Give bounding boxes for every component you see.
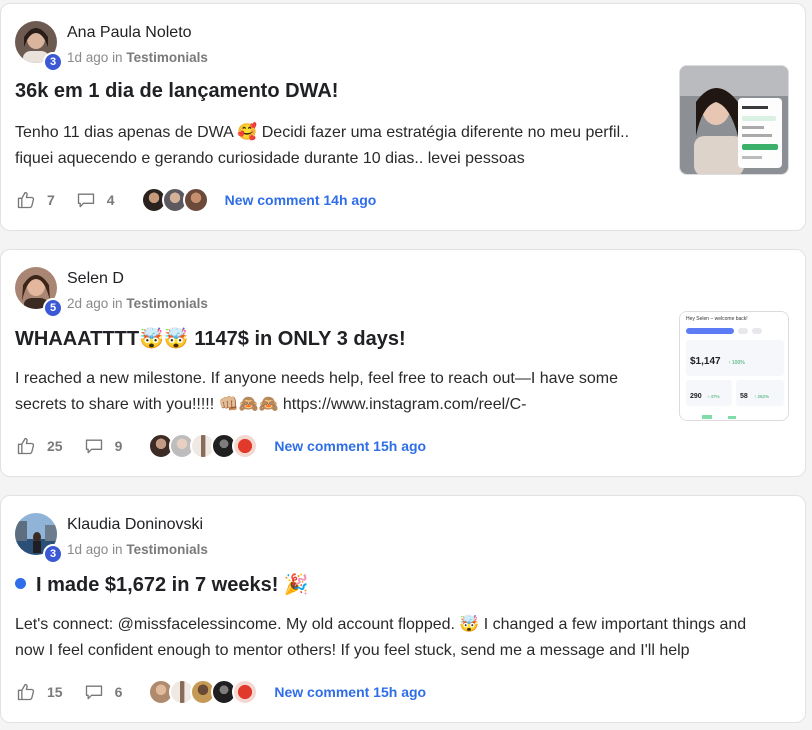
speech-bubble-icon[interactable] xyxy=(83,435,105,457)
post-body: I reached a new milestone. If anyone nee… xyxy=(15,370,619,413)
post-title-row[interactable]: I made $1,672 in 7 weeks! 🎉 xyxy=(15,572,309,597)
post-actions: 15 6 New comment 15h ago xyxy=(15,679,426,705)
post-actions: 7 4 New comment 14h ago xyxy=(15,187,377,213)
level-badge: 3 xyxy=(43,544,63,564)
commenter-avatar xyxy=(232,433,259,459)
thumb-metric-a-delta: ↑ 47% xyxy=(707,394,720,399)
thumb-metric-a: 290 xyxy=(690,393,702,400)
post-title[interactable]: I made $1,672 in 7 weeks! 🎉 xyxy=(36,574,309,596)
thumbs-up-icon[interactable] xyxy=(15,681,37,703)
category-link[interactable]: Testimonials xyxy=(126,296,208,311)
author-name[interactable]: Ana Paula Noleto xyxy=(67,24,192,42)
post-title[interactable]: WHAAATTTT🤯🤯 1147$ in ONLY 3 days! xyxy=(15,326,406,351)
post-time: 1d ago xyxy=(67,542,109,557)
in-word: in xyxy=(112,542,123,557)
like-count: 15 xyxy=(47,684,63,700)
level-badge: 5 xyxy=(43,298,63,318)
commenter-avatars[interactable] xyxy=(148,433,259,459)
thumb-greeting: Hey Selen – welcome back! xyxy=(686,316,748,322)
in-word: in xyxy=(112,296,123,311)
commenter-avatar xyxy=(232,679,259,705)
comment-count: 6 xyxy=(114,684,123,700)
post-title[interactable]: 36k em 1 dia de lançamento DWA! xyxy=(15,80,338,103)
thumb-delta: ↑ 100% xyxy=(728,360,745,366)
author-name[interactable]: Selen D xyxy=(67,270,124,288)
speech-bubble-icon[interactable] xyxy=(75,189,97,211)
thumbs-up-icon[interactable] xyxy=(15,189,37,211)
author-name[interactable]: Klaudia Doninovski xyxy=(67,516,203,534)
post-meta: 2d ago in Testimonials xyxy=(67,296,208,311)
thumb-metric-b-delta: ↑ 262% xyxy=(754,394,769,399)
post-card[interactable]: 5 Selen D 2d ago in Testimonials WHAAATT… xyxy=(0,249,806,477)
post-meta: 1d ago in Testimonials xyxy=(67,542,208,557)
post-card[interactable]: 3 Klaudia Doninovski 1d ago in Testimoni… xyxy=(0,495,806,723)
thumb-metric-b: 58 xyxy=(740,393,748,400)
level-badge: 3 xyxy=(43,52,63,72)
post-card[interactable]: 3 Ana Paula Noleto 1d ago in Testimonial… xyxy=(0,3,806,231)
post-thumbnail[interactable] xyxy=(679,65,789,175)
post-body: Tenho 11 dias apenas de DWA 🥰 Decidi faz… xyxy=(15,124,630,167)
commenter-avatar xyxy=(182,187,209,213)
post-time: 1d ago xyxy=(67,50,109,65)
thumbs-up-icon[interactable] xyxy=(15,435,37,457)
in-word: in xyxy=(112,50,123,65)
new-comment-link[interactable]: New comment 15h ago xyxy=(274,438,426,454)
new-comment-link[interactable]: New comment 14h ago xyxy=(225,192,377,208)
post-meta: 1d ago in Testimonials xyxy=(67,50,208,65)
unread-dot xyxy=(15,578,26,590)
post-body: Let's connect: @missfacelessincome. My o… xyxy=(15,616,747,659)
thumb-amount: $1,147 xyxy=(690,356,721,367)
like-count: 7 xyxy=(47,192,55,208)
comment-count: 9 xyxy=(114,438,123,454)
category-link[interactable]: Testimonials xyxy=(126,542,208,557)
post-actions: 25 9 New comment 15h ago xyxy=(15,433,426,459)
commenter-avatars[interactable] xyxy=(148,679,259,705)
post-time: 2d ago xyxy=(67,296,109,311)
speech-bubble-icon[interactable] xyxy=(83,681,105,703)
new-comment-link[interactable]: New comment 15h ago xyxy=(274,684,426,700)
post-thumbnail[interactable]: Hey Selen – welcome back! $1,147 ↑ 100% … xyxy=(679,311,789,421)
category-link[interactable]: Testimonials xyxy=(126,50,208,65)
commenter-avatars[interactable] xyxy=(140,187,209,213)
comment-count: 4 xyxy=(106,192,115,208)
like-count: 25 xyxy=(47,438,63,454)
